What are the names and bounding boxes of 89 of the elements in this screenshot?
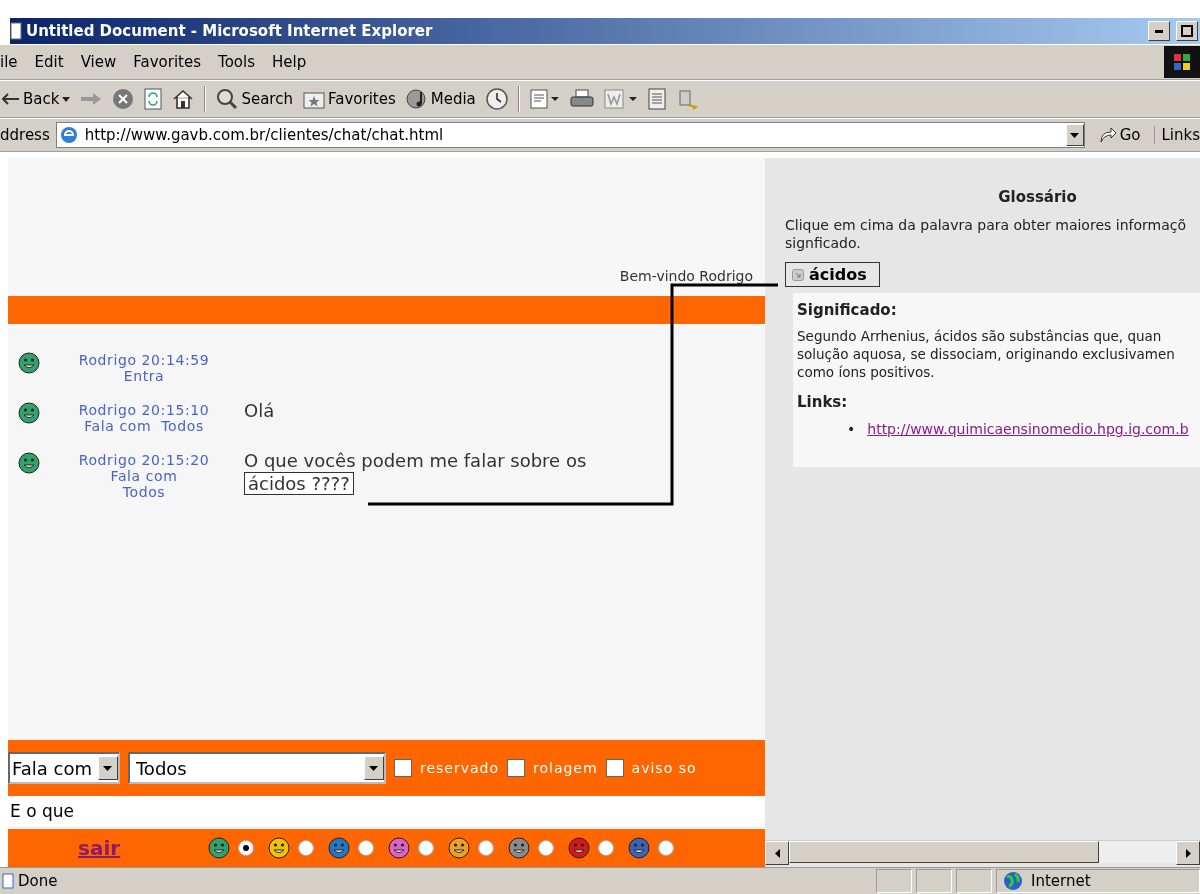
printer-icon[interactable]	[569, 89, 594, 109]
stop-icon[interactable]	[112, 88, 135, 110]
scroll-right-button[interactable]	[1176, 841, 1200, 865]
search-button[interactable]: Search	[216, 88, 293, 110]
links-button[interactable]: Links	[1154, 126, 1200, 144]
caret-icon	[62, 96, 71, 102]
checkbox-label: rolagem	[533, 760, 598, 776]
zone-text: Internet	[1031, 872, 1091, 890]
curved-arrow-icon	[1098, 127, 1117, 143]
radio-button[interactable]	[418, 840, 435, 856]
bullet: •	[847, 421, 856, 437]
home-icon[interactable]	[172, 89, 195, 109]
address-field[interactable]: http://www.gavb.com.br/clientes/chat/chat.html	[55, 122, 1085, 148]
radio-button[interactable]	[658, 840, 675, 856]
smiley-icon	[18, 452, 40, 474]
message-text: O que vocês podem me falar sobre os	[244, 450, 587, 471]
status-text: Done	[18, 872, 58, 890]
smiley-icon	[18, 402, 40, 424]
glossary-intro: signficado.	[784, 234, 862, 252]
left-arrow-icon	[774, 848, 780, 858]
maximize-button[interactable]	[1176, 21, 1198, 41]
welcome-text: Bem-vindo Rodrigo	[619, 268, 753, 284]
link-icon	[792, 268, 804, 281]
radio-button[interactable]	[598, 840, 615, 856]
checkbox[interactable]	[507, 759, 525, 777]
scrollbar-thumb[interactable]	[789, 841, 1099, 863]
scroll-left-button[interactable]	[765, 841, 789, 865]
caret-icon	[369, 765, 379, 771]
dropdown-button[interactable]	[1065, 124, 1084, 146]
windows-logo-icon	[1164, 46, 1200, 78]
refresh-icon[interactable]	[144, 88, 163, 110]
globe-icon	[1003, 871, 1023, 891]
checkbox-label: aviso so	[631, 760, 697, 776]
menu-item[interactable]: Tools	[218, 53, 266, 71]
highlighted-word[interactable]: ácidos ????	[244, 472, 354, 495]
browser-logo-icon	[58, 125, 79, 145]
glossary-title: Glossário	[997, 188, 1078, 206]
minimize-button[interactable]	[1148, 21, 1170, 41]
clock-icon[interactable]	[485, 88, 508, 110]
radio-button[interactable]	[298, 840, 315, 856]
address-label: ddress	[0, 126, 50, 144]
message-text: Olá	[244, 400, 275, 421]
media-icon	[405, 88, 428, 110]
right-arrow-icon	[1185, 848, 1191, 858]
back-arrow-icon	[2, 92, 20, 106]
recipient-select[interactable]: Todos	[127, 752, 386, 784]
speak-select[interactable]: Fala com	[8, 752, 120, 784]
radio-button[interactable]	[238, 840, 255, 856]
search-icon	[216, 88, 239, 110]
media-button[interactable]: Media	[405, 88, 476, 110]
glossary-term[interactable]: ácidos	[785, 262, 880, 287]
message-meta: Fala com	[110, 468, 178, 484]
message-meta: Todos	[122, 484, 166, 500]
message-meta: Entra	[123, 368, 165, 384]
document-icon[interactable]	[647, 88, 666, 110]
smiley-icon	[18, 352, 40, 374]
glossary-intro: Clique em cima da palavra para obter maiores informaçõ	[784, 216, 1187, 234]
menu-item[interactable]: ile	[0, 53, 29, 71]
message-sender: Rodrigo 20:15:10	[78, 402, 210, 418]
radio-button[interactable]	[478, 840, 495, 856]
menu-item[interactable]: Edit	[34, 53, 75, 71]
meaning-text: Segundo Arrhenius, ácidos são substâncias que, quan solução aquosa, se dissociam, originando exclusivamen como íons positivos.	[797, 327, 1176, 381]
favorites-button[interactable]: Favorites	[302, 89, 396, 109]
maximize-icon	[1181, 25, 1193, 37]
menu-item[interactable]: Help	[271, 53, 318, 71]
links-label: Links:	[797, 393, 848, 411]
page-icon	[2, 873, 14, 889]
message-sender: Rodrigo 20:15:20	[78, 452, 210, 468]
checkbox[interactable]	[605, 759, 624, 777]
word-edit-icon[interactable]	[603, 88, 638, 110]
document-icon	[10, 22, 22, 40]
reference-link[interactable]: http://www.quimicaensinomedio.hpg.ig.com.b	[867, 421, 1189, 437]
checkbox-label: reservado	[419, 760, 499, 776]
message-sender: Rodrigo 20:14:59	[78, 352, 210, 368]
minimize-icon	[1155, 29, 1163, 33]
radio-button[interactable]	[538, 840, 555, 856]
caret-icon	[1070, 132, 1080, 138]
menu-item[interactable]: View	[80, 53, 128, 71]
window-title: Untitled Document - Microsoft Internet Explorer	[26, 22, 434, 40]
go-button[interactable]: Go	[1090, 126, 1149, 144]
caret-icon	[103, 765, 113, 771]
message-meta: Fala com Todos	[84, 418, 204, 434]
radio-button[interactable]	[358, 840, 375, 856]
message-input[interactable]: E o que	[8, 796, 765, 826]
meaning-label: Significado:	[797, 301, 897, 319]
menu-item[interactable]: Favorites	[133, 53, 212, 71]
back-button[interactable]: Back	[2, 90, 71, 108]
checkbox[interactable]	[393, 759, 412, 777]
horizontal-scrollbar[interactable]	[765, 840, 1200, 863]
